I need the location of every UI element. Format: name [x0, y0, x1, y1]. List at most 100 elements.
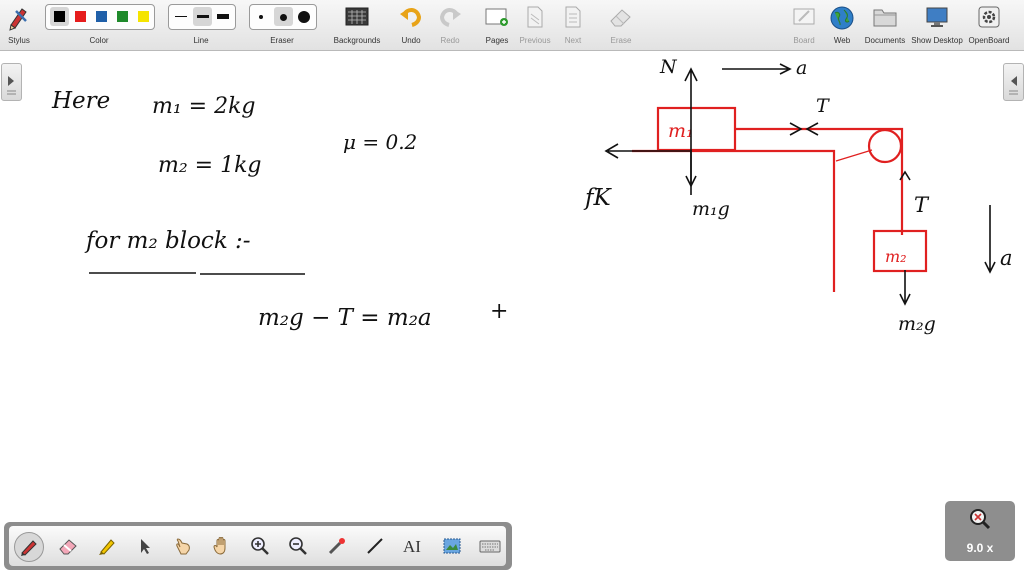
whiteboard-canvas[interactable]: Here m₁ = 2kg m₂ = 1kg μ = 0.2 for m₂ bl… [0, 51, 1024, 576]
web-button[interactable]: Web [827, 3, 857, 47]
documents-button[interactable]: Documents [862, 3, 908, 47]
previous-label: Previous [519, 36, 551, 45]
line-group: Line [168, 3, 234, 47]
next-page-icon [565, 6, 581, 28]
text-tool-button[interactable]: AI [399, 532, 427, 560]
next-button[interactable]: Next [558, 3, 588, 47]
line-icon [367, 538, 383, 554]
string-line [735, 127, 904, 235]
laser-pointer-icon [328, 538, 345, 555]
note-plus-sign: + [490, 299, 508, 324]
erase-icon [610, 9, 631, 27]
label-m1g: m₁g [692, 198, 730, 220]
stylus-tool-palette: AI [4, 522, 512, 570]
eraser-tool-button[interactable] [54, 532, 82, 560]
globe-icon [830, 6, 854, 30]
previous-button[interactable]: Previous [518, 3, 552, 47]
backgrounds-label: Backgrounds [333, 36, 381, 45]
board-button[interactable]: Board [789, 3, 819, 47]
marker-tool-button[interactable] [93, 532, 121, 560]
undo-button[interactable]: Undo [396, 3, 426, 47]
pulley-support [835, 149, 873, 162]
zoom-in-tool-button[interactable] [246, 532, 274, 560]
note-m1-value: m₁ = 2kg [152, 94, 256, 119]
m1g-arrow [685, 150, 697, 188]
undo-icon [400, 8, 422, 27]
keyboard-icon [479, 540, 501, 553]
web-label: Web [833, 36, 851, 45]
underline-stroke [89, 272, 305, 275]
friction-arrow [604, 143, 690, 159]
label-T-top: T [816, 95, 830, 117]
line-tool-button[interactable] [361, 532, 389, 560]
openboard-menu-button[interactable]: OpenBoard [966, 3, 1012, 47]
eraser-group: Eraser [249, 3, 315, 47]
text-tool-icon: AI [403, 537, 421, 556]
zoom-level-text: 9.0 x [966, 541, 994, 555]
acceleration-arrow-top [722, 63, 792, 75]
zoom-indicator[interactable]: 9.0 x [945, 501, 1015, 561]
zoom-in-icon [251, 537, 269, 555]
eraser-icon [59, 539, 77, 555]
label-a-right: a [1000, 246, 1013, 270]
label-N: N [659, 56, 678, 78]
block-m1-label: m₁ [668, 120, 694, 142]
note-mu-value: μ = 0.2 [343, 130, 417, 154]
hand-icon [213, 537, 226, 555]
folder-icon [873, 9, 897, 27]
zoom-out-icon [289, 537, 307, 555]
pages-button[interactable]: Pages [482, 3, 512, 47]
stylus-label: Stylus [8, 36, 30, 45]
stylus-button[interactable]: Stylus [4, 3, 34, 47]
laser-pointer-tool-button[interactable] [323, 532, 351, 560]
note-here: Here [51, 88, 110, 114]
erase-button[interactable]: Erase [606, 3, 636, 47]
previous-page-icon [527, 6, 543, 28]
openboard-label: OpenBoard [968, 36, 1010, 45]
capture-icon [443, 538, 461, 554]
next-label: Next [564, 36, 582, 45]
backgrounds-icon [345, 7, 369, 26]
zoom-out-tool-button[interactable] [284, 532, 312, 560]
svg-text:AI: AI [403, 537, 421, 556]
block-m2-label: m₂ [885, 247, 907, 266]
color-group: Color [45, 3, 153, 47]
pen-tool-button[interactable] [14, 532, 44, 562]
label-T-right: T [914, 193, 930, 217]
board-icon [793, 8, 815, 25]
show-desktop-button[interactable]: Show Desktop [910, 3, 964, 47]
cursor-arrow-icon [141, 539, 150, 554]
undo-label: Undo [401, 36, 421, 45]
m2g-arrow [899, 270, 911, 306]
documents-label: Documents [864, 36, 906, 45]
pages-label: Pages [485, 36, 509, 45]
pages-icon [485, 8, 508, 26]
backgrounds-button[interactable]: Backgrounds [330, 3, 384, 47]
zoom-magnifier-icon [970, 509, 991, 530]
label-a-top: a [796, 57, 807, 79]
top-toolbar: Stylus Color Line Eraser Backgrounds Und… [0, 0, 1024, 51]
play-tool-button[interactable] [169, 532, 197, 560]
desktop-monitor-icon [926, 7, 948, 27]
keyboard-tool-button[interactable] [476, 532, 504, 560]
acceleration-arrow-right [984, 205, 996, 274]
note-equation: m₂g − T = m₂a [258, 305, 432, 331]
gear-icon [978, 6, 1000, 28]
board-label: Board [793, 36, 815, 45]
pen-icon [21, 540, 37, 556]
hand-tool-button[interactable] [208, 532, 236, 560]
redo-button[interactable]: Redo [435, 3, 465, 47]
note-for-m2-block: for m₂ block :- [84, 228, 251, 254]
table-edge [632, 149, 836, 292]
capture-tool-button[interactable] [438, 532, 466, 560]
stylus-icon [9, 8, 27, 31]
redo-icon [439, 8, 461, 27]
color-label: Color [89, 36, 109, 45]
redo-label: Redo [440, 36, 460, 45]
label-m2g: m₂g [898, 313, 936, 335]
stylus-tool-palette-inner: AI [9, 526, 506, 566]
selector-tool-button[interactable] [131, 532, 159, 560]
show-desktop-label: Show Desktop [911, 36, 963, 45]
label-fk: fK [583, 185, 613, 211]
erase-label: Erase [610, 36, 632, 45]
